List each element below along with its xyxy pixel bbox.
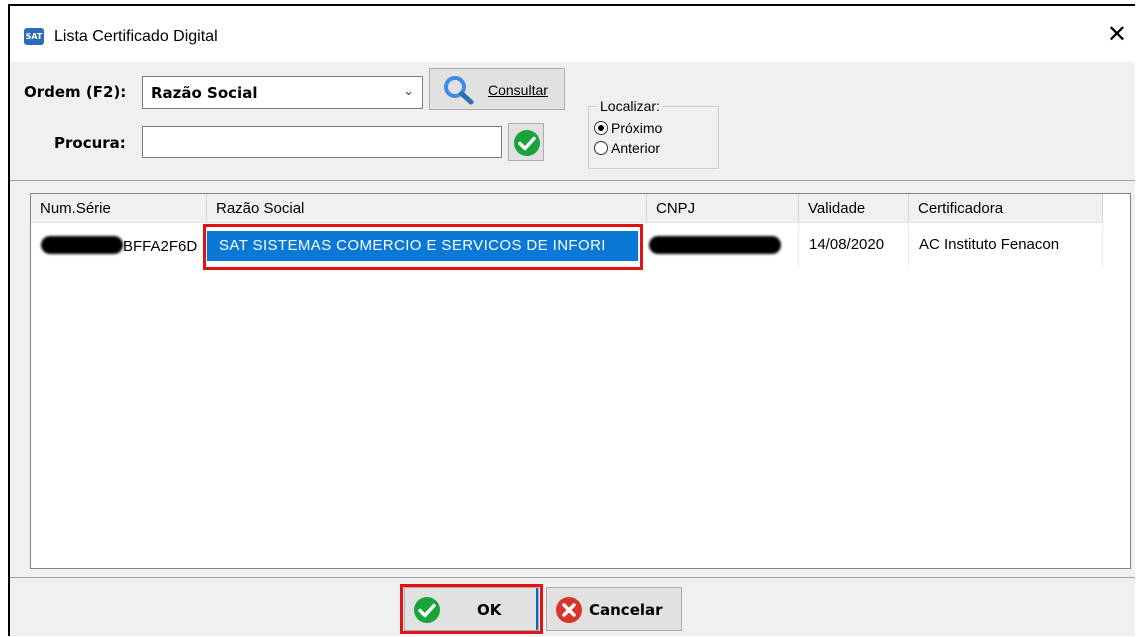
ordem-selected-value: Razão Social — [151, 84, 258, 102]
procura-input[interactable] — [142, 126, 502, 158]
consultar-button[interactable]: Consultar — [429, 68, 565, 110]
radio-proximo[interactable]: Próximo — [594, 120, 662, 136]
column-header-validade[interactable]: Validade — [799, 194, 909, 222]
window-title: Lista Certificado Digital — [54, 28, 218, 45]
cell-certificadora: AC Instituto Fenacon — [909, 226, 1103, 266]
column-header-razao-social[interactable]: Razão Social — [207, 194, 647, 222]
column-header-certificadora[interactable]: Certificadora — [909, 194, 1103, 222]
localizar-legend: Localizar: — [597, 98, 663, 114]
column-header-num-serie[interactable]: Num.Série — [31, 194, 207, 222]
separator — [10, 577, 1135, 578]
cell-cnpj — [639, 226, 799, 266]
check-circle-icon — [514, 130, 540, 156]
redacted-mark — [649, 236, 781, 254]
certificate-list-dialog: SAT Lista Certificado Digital ✕ Ordem (F… — [8, 4, 1135, 636]
title-bar: SAT Lista Certificado Digital ✕ — [10, 6, 1135, 62]
radio-anterior[interactable]: Anterior — [594, 140, 660, 156]
procura-label: Procura: — [54, 134, 126, 152]
close-icon[interactable]: ✕ — [1107, 22, 1127, 46]
cell-num-serie: BFFA2F6D — [31, 226, 207, 266]
sat-app-icon: SAT — [24, 28, 44, 45]
cell-validade: 14/08/2020 — [799, 226, 909, 266]
radio-anterior-label: Anterior — [611, 140, 661, 156]
highlight-box — [400, 584, 543, 634]
cancel-button[interactable]: Cancelar — [546, 587, 682, 631]
certificate-grid[interactable]: Num.Série Razão Social CNPJ Validade Cer… — [30, 193, 1131, 569]
ordem-select[interactable]: Razão Social ⌄ — [142, 76, 423, 109]
chevron-down-icon: ⌄ — [403, 83, 414, 98]
consultar-label: Consultar — [488, 82, 548, 98]
separator — [10, 180, 1135, 181]
radio-checked-icon — [594, 121, 608, 135]
cancel-label: Cancelar — [589, 601, 663, 619]
cancel-circle-icon — [556, 597, 582, 623]
radio-unchecked-icon — [594, 141, 608, 155]
redacted-mark — [41, 236, 123, 254]
grid-header: Num.Série Razão Social CNPJ Validade Cer… — [31, 194, 1103, 223]
column-header-cnpj[interactable]: CNPJ — [647, 194, 799, 222]
radio-proximo-label: Próximo — [611, 120, 663, 136]
procura-go-button[interactable] — [508, 123, 544, 161]
localizar-groupbox: Localizar: Próximo Anterior — [588, 98, 719, 169]
cell-num-serie-text: BFFA2F6D — [123, 238, 198, 255]
search-icon — [442, 74, 476, 110]
highlight-box — [203, 224, 643, 270]
ordem-label: Ordem (F2): — [24, 83, 127, 101]
